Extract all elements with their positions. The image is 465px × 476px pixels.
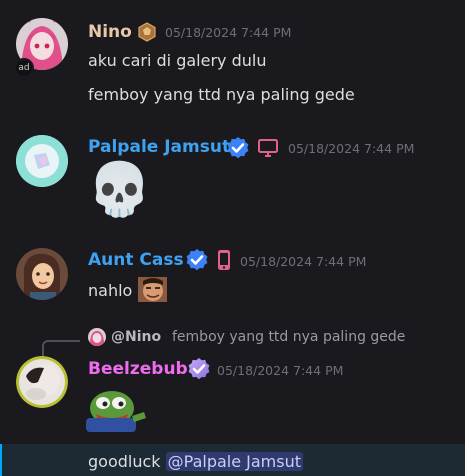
custom-emoji-face[interactable]	[138, 277, 167, 302]
avatar-palpale[interactable]	[16, 135, 68, 187]
desktop-monitor-icon	[257, 138, 279, 162]
reply-avatar[interactable]	[88, 328, 106, 346]
reply-connector	[42, 340, 80, 356]
skull-emoji[interactable]: 💀	[87, 160, 152, 220]
timestamp: 05/18/2024 7:44 PM	[288, 141, 415, 156]
chat-log: ad Nino 05/18/2024 7:44 PM aku cari di g…	[0, 0, 465, 476]
pepe-sticker[interactable]	[86, 388, 148, 432]
avatar-decoration-icon: ad	[14, 58, 34, 78]
author-name[interactable]: Palpale Jamsut	[88, 137, 230, 157]
avatar-beelzebub[interactable]	[16, 356, 68, 408]
user-mention[interactable]: @Palpale Jamsut	[165, 452, 304, 471]
verified-check-icon	[187, 357, 211, 385]
author-name[interactable]: Aunt Cass	[88, 250, 184, 270]
reply-author[interactable]: @Nino	[111, 329, 161, 345]
author-name[interactable]: Beelzebub	[88, 359, 188, 379]
message-text: goodluck @Palpale Jamsut	[88, 452, 304, 472]
verified-check-icon	[226, 136, 250, 164]
avatar-aunt-cass[interactable]	[16, 248, 68, 300]
hexagon-rank-icon[interactable]	[137, 22, 157, 46]
message-text: aku cari di galery dulu	[88, 51, 267, 70]
message-text-prefix: goodluck	[88, 452, 161, 471]
timestamp: 05/18/2024 7:44 PM	[217, 363, 344, 378]
verified-check-icon	[185, 248, 209, 276]
reply-text[interactable]: femboy yang ttd nya paling gede	[172, 329, 405, 345]
message-text: femboy yang ttd nya paling gede	[88, 85, 355, 104]
timestamp: 05/18/2024 7:44 PM	[240, 254, 367, 269]
timestamp: 05/18/2024 7:44 PM	[165, 25, 292, 40]
author-name[interactable]: Nino	[88, 22, 132, 42]
mobile-phone-icon	[216, 249, 232, 275]
message-text: nahlo	[88, 281, 133, 300]
